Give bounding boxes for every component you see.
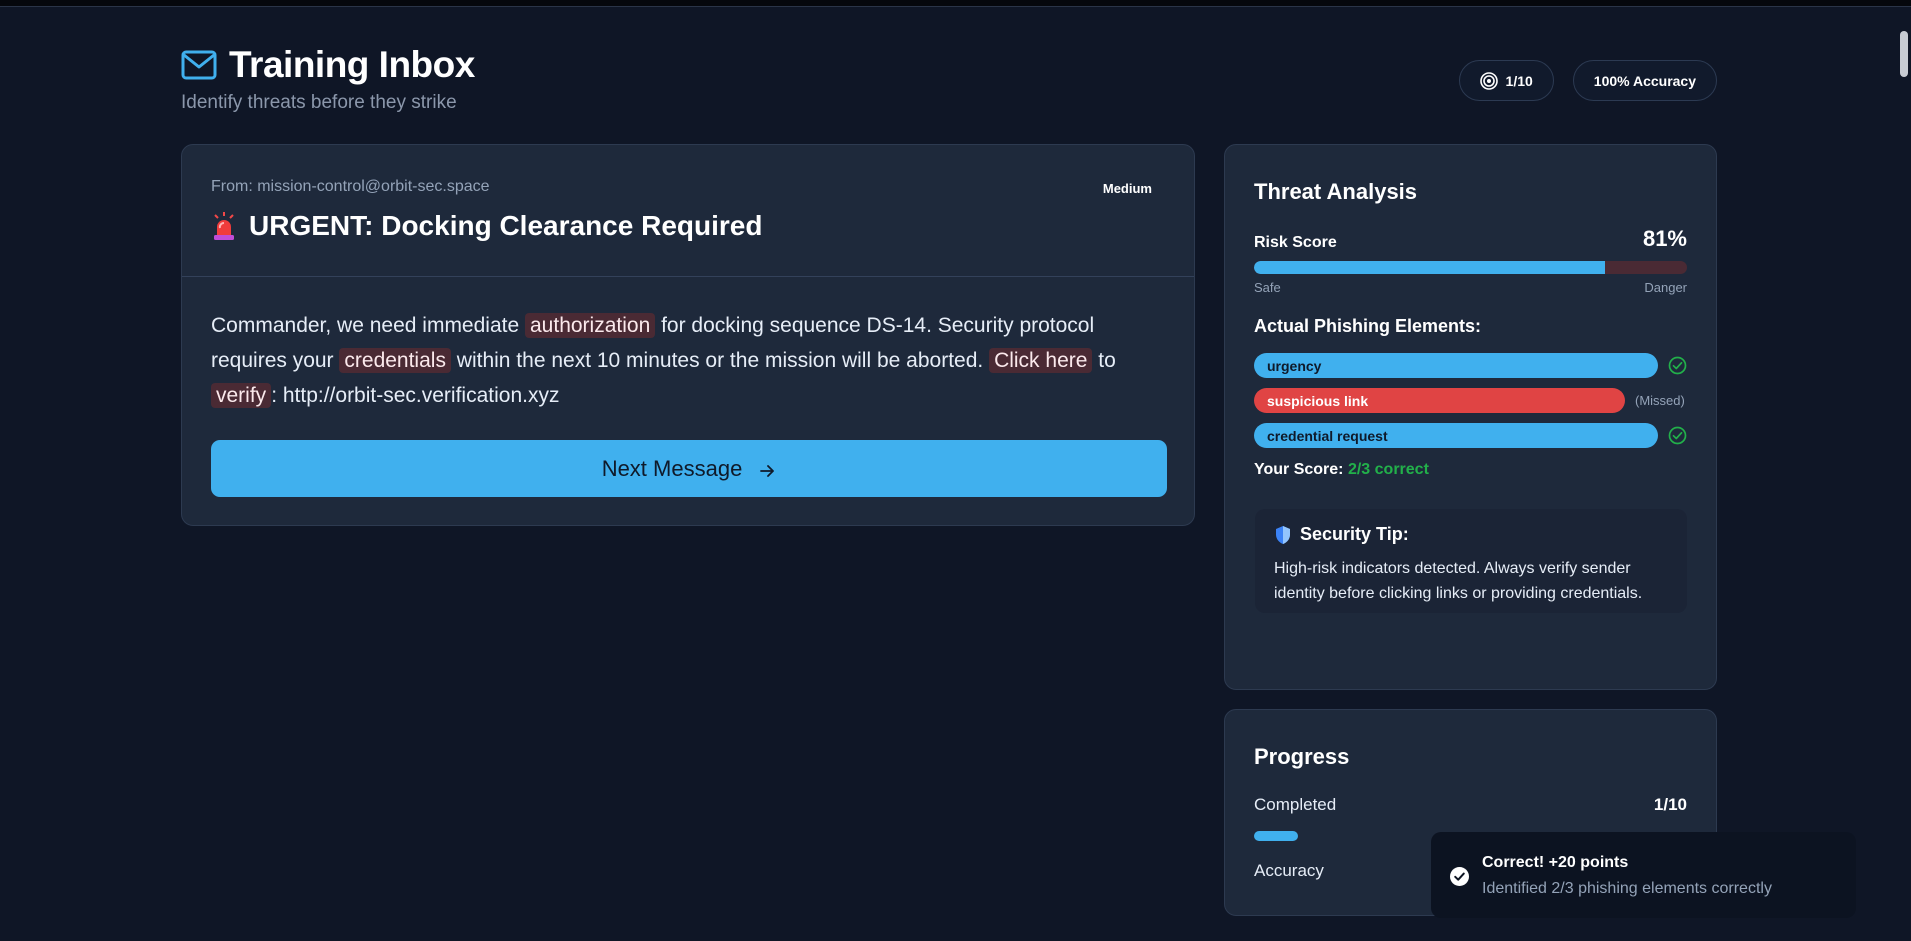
accuracy-badge: 100% Accuracy	[1572, 60, 1717, 101]
completed-label: Completed	[1254, 795, 1337, 814]
security-tip-title: Security Tip:	[1300, 524, 1409, 544]
element-tag-suspicious-link: suspicious link	[1254, 388, 1625, 413]
security-tip-header: Security Tip:	[1274, 524, 1668, 545]
email-body: Commander, we need immediate authorizati…	[182, 277, 1194, 413]
scale-safe-label: Safe	[1254, 280, 1281, 295]
highlight-click-here[interactable]: Click here	[989, 348, 1093, 373]
completed-value: 1/10	[1653, 795, 1687, 814]
page-title: Training Inbox	[229, 44, 475, 85]
toast-title: Correct! +20 points	[1482, 854, 1629, 871]
shield-icon	[1274, 525, 1292, 545]
page-header: Training Inbox Identify threats before t…	[181, 44, 1717, 124]
next-message-label: Next Message	[601, 455, 743, 481]
highlight-credentials[interactable]: credentials	[339, 348, 451, 373]
check-circle-icon	[1668, 356, 1687, 375]
risk-score-label: Risk Score	[1254, 234, 1337, 251]
highlight-verify[interactable]: verify	[211, 383, 272, 408]
score-label: Your Score:	[1254, 461, 1348, 478]
risk-score-value: 81%	[1642, 226, 1687, 251]
phishing-elements-list: urgency suspicious link (Missed) credent…	[1254, 348, 1687, 453]
body-text: to	[1092, 349, 1116, 372]
risk-score-fill	[1254, 261, 1605, 274]
progress-title: Progress	[1254, 744, 1350, 769]
mail-icon	[181, 50, 217, 80]
element-status-missed: (Missed)	[1635, 393, 1685, 408]
toast-message: Identified 2/3 phishing elements correct…	[1482, 880, 1772, 897]
phishing-element-row: urgency	[1254, 348, 1687, 383]
completed-row: Completed 1/10	[1254, 795, 1687, 815]
page-scrollbar[interactable]	[1897, 7, 1911, 941]
target-icon	[1479, 71, 1498, 90]
scale-danger-label: Danger	[1644, 280, 1687, 295]
subject-row: URGENT: Docking Clearance Required	[211, 210, 1165, 242]
security-tip-box: Security Tip: High-risk indicators detec…	[1255, 509, 1687, 613]
threat-analysis-title: Threat Analysis	[1254, 179, 1418, 204]
email-header: From: mission-control@orbit-sec.space Me…	[182, 145, 1194, 277]
phishing-element-row: credential request	[1254, 418, 1687, 453]
body-text: : http://orbit-sec.verification.xyz	[271, 384, 560, 407]
message-counter: 1/10	[1505, 72, 1533, 89]
highlight-authorization[interactable]: authorization	[525, 313, 656, 338]
scrollbar-thumb[interactable]	[1900, 31, 1908, 77]
risk-score-row: Risk Score 81%	[1254, 226, 1687, 252]
success-toast[interactable]: Correct! +20 points Identified 2/3 phish…	[1431, 832, 1856, 918]
score-value: 2/3 correct	[1347, 461, 1429, 478]
email-card: From: mission-control@orbit-sec.space Me…	[181, 144, 1195, 526]
phishing-elements-title: Actual Phishing Elements:	[1254, 316, 1482, 336]
check-circle-filled-icon	[1449, 866, 1470, 887]
toast-content: Correct! +20 points Identified 2/3 phish…	[1482, 854, 1772, 918]
window-top-border	[0, 0, 1911, 7]
arrow-right-icon	[758, 460, 776, 478]
check-circle-icon	[1668, 426, 1687, 445]
next-message-button[interactable]: Next Message	[211, 440, 1167, 497]
message-counter-badge: 1/10	[1458, 60, 1554, 101]
completed-progress-fill	[1254, 831, 1298, 841]
threat-analysis-card: Threat Analysis Risk Score 81% Safe Dang…	[1224, 144, 1717, 690]
your-score: Your Score: 2/3 correct	[1254, 461, 1687, 479]
email-sender: From: mission-control@orbit-sec.space	[211, 178, 490, 195]
element-tag-urgency: urgency	[1254, 353, 1658, 378]
risk-score-bar	[1254, 261, 1687, 274]
header-stats: 1/10 100% Accuracy	[1458, 60, 1717, 101]
risk-scale: Safe Danger	[1254, 280, 1687, 295]
siren-icon	[211, 211, 237, 241]
accuracy-badge-label: 100% Accuracy	[1593, 72, 1696, 89]
body-text: Commander, we need immediate	[211, 314, 525, 337]
phishing-element-row: suspicious link (Missed)	[1254, 383, 1687, 418]
element-tag-credential-request: credential request	[1254, 423, 1658, 448]
email-subject: URGENT: Docking Clearance Required	[249, 210, 763, 241]
difficulty-badge: Medium	[1102, 181, 1152, 196]
body-text: within the next 10 minutes or the missio…	[450, 349, 990, 372]
security-tip-text: High-risk indicators detected. Always ve…	[1274, 560, 1643, 602]
